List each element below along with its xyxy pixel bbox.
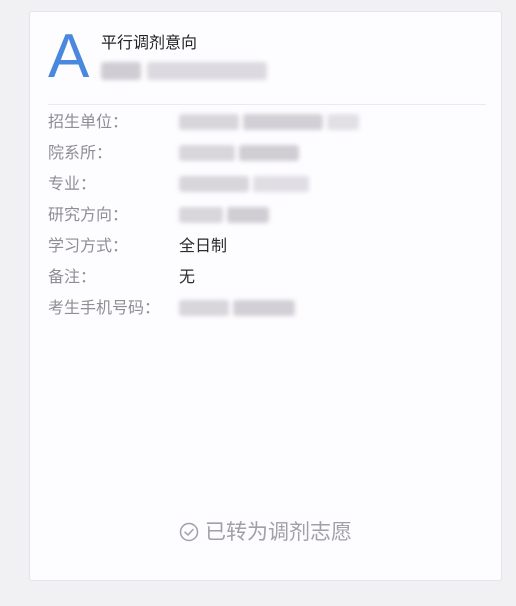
field-row-unit: 招生单位： [48, 110, 488, 134]
field-row-direction: 研究方向： [48, 203, 488, 227]
field-value-study-mode: 全日制 [179, 236, 228, 255]
field-value-remark: 无 [179, 267, 196, 286]
status-text-row: 已转为调剂志愿 [30, 518, 501, 546]
divider [48, 104, 486, 105]
field-row-remark: 备注： 无 [48, 265, 488, 289]
field-label-phone: 考生手机号码： [48, 298, 161, 317]
field-label-study-mode: 学习方式： [48, 236, 129, 255]
field-label-major: 专业： [48, 174, 97, 193]
field-value-direction-redacted [179, 207, 269, 223]
card-title: 平行调剂意向 [101, 33, 198, 52]
check-circle-icon [179, 521, 199, 542]
field-row-study-mode: 学习方式： 全日制 [48, 234, 488, 258]
avatar-letter: A [48, 22, 90, 91]
application-card: A 平行调剂意向 招生单位： 院系所： 专业： 研究方向： 学习方式： 全日制 … [29, 11, 502, 581]
subtitle-redacted [101, 62, 267, 80]
field-row-department: 院系所： [48, 141, 488, 165]
status-label: 已转为调剂志愿 [205, 520, 352, 544]
field-value-unit-redacted [179, 114, 359, 130]
field-value-major-redacted [179, 176, 309, 192]
field-label-direction: 研究方向： [48, 205, 129, 224]
field-label-unit: 招生单位： [48, 112, 129, 131]
field-row-phone: 考生手机号码： [48, 296, 488, 320]
field-label-remark: 备注： [48, 267, 97, 286]
field-value-phone-redacted [179, 300, 295, 316]
field-row-major: 专业： [48, 172, 488, 196]
field-value-department-redacted [179, 145, 299, 161]
field-label-department: 院系所： [48, 143, 113, 162]
